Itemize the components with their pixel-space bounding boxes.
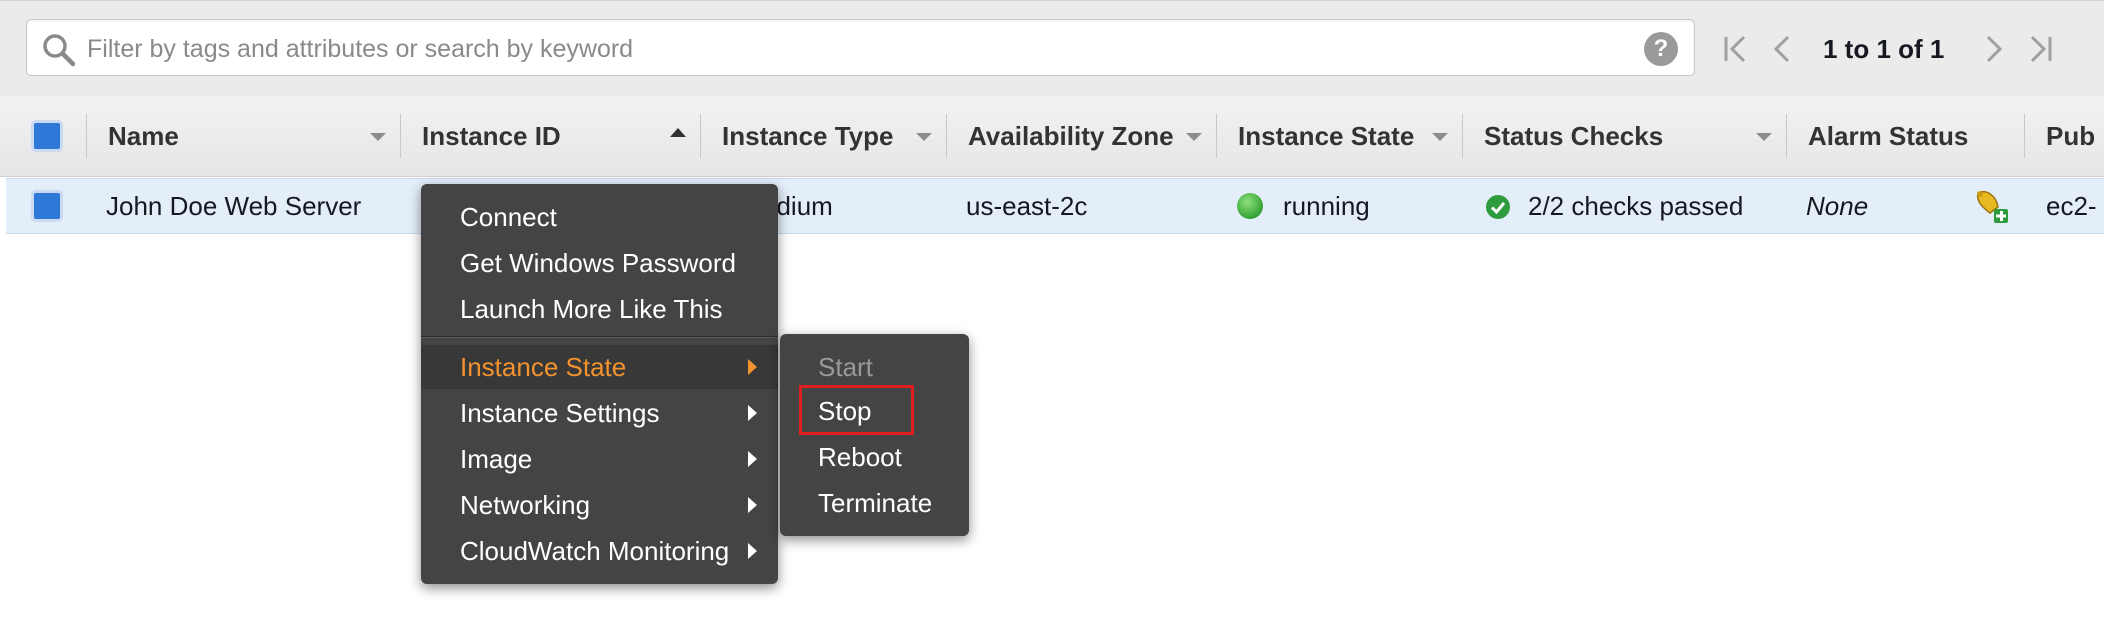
table-header: Name Instance ID Instance Type Availabil…: [0, 96, 2104, 177]
submenu-arrow-icon: [748, 405, 757, 421]
search-box[interactable]: ?: [26, 19, 1695, 76]
cell-alarm-status: None: [1806, 191, 1869, 221]
column-separator: [2024, 114, 2025, 158]
menu-item-instance-settings[interactable]: Instance Settings: [421, 391, 778, 435]
column-header-availability-zone[interactable]: Availability Zone: [968, 96, 1174, 176]
sort-caret-icon[interactable]: [1186, 133, 1202, 141]
pagination-text: 1 to 1 of 1: [1823, 34, 1945, 64]
submenu-arrow-icon: [748, 451, 757, 467]
cell-status-checks: 2/2 checks passed: [1528, 191, 1744, 221]
check-circle-icon: [1486, 195, 1510, 219]
running-dot-icon: [1237, 193, 1263, 219]
column-separator: [86, 114, 87, 158]
column-header-name[interactable]: Name: [108, 96, 179, 176]
select-all-checkbox[interactable]: [31, 120, 63, 152]
stop-highlight-box: [799, 385, 914, 435]
menu-item-launch-more-like-this[interactable]: Launch More Like This: [421, 287, 778, 331]
sort-caret-icon[interactable]: [1432, 133, 1448, 141]
menu-item-networking[interactable]: Networking: [421, 483, 778, 527]
help-icon[interactable]: ?: [1644, 32, 1678, 66]
cell-instance-state: running: [1283, 191, 1370, 221]
submenu-arrow-icon: [748, 543, 757, 559]
menu-item-get-windows-password[interactable]: Get Windows Password: [421, 241, 778, 285]
sort-caret-icon[interactable]: [1756, 133, 1772, 141]
menu-item-instance-state[interactable]: Instance State: [421, 345, 778, 389]
column-separator: [946, 114, 947, 158]
next-page-icon[interactable]: [1982, 25, 2006, 73]
column-separator: [1462, 114, 1463, 158]
prev-page-icon[interactable]: [1770, 25, 1794, 73]
cell-availability-zone: us-east-2c: [966, 191, 1088, 221]
filter-toolbar: ? 1 to 1 of 1: [0, 0, 2104, 97]
menu-item-image[interactable]: Image: [421, 437, 778, 481]
column-separator: [1786, 114, 1787, 158]
column-separator: [700, 114, 701, 158]
magnifier-icon: [43, 34, 76, 67]
column-separator: [1216, 114, 1217, 158]
submenu-item-start[interactable]: Start: [780, 345, 969, 389]
column-header-alarm-status[interactable]: Alarm Status: [1808, 96, 1968, 176]
sort-ascending-icon[interactable]: [670, 128, 686, 137]
column-separator: [400, 114, 401, 158]
column-header-instance-id[interactable]: Instance ID: [422, 96, 561, 176]
menu-item-connect[interactable]: Connect: [421, 195, 778, 239]
sort-caret-icon[interactable]: [916, 133, 932, 141]
instance-state-submenu: Start Stop Reboot Terminate: [780, 334, 969, 536]
column-header-instance-type[interactable]: Instance Type: [722, 96, 893, 176]
cell-public-dns: ec2-: [2046, 191, 2097, 221]
sort-caret-icon[interactable]: [370, 133, 386, 141]
column-header-instance-state[interactable]: Instance State: [1238, 96, 1414, 176]
cell-name: John Doe Web Server: [106, 191, 362, 221]
menu-item-cloudwatch-monitoring[interactable]: CloudWatch Monitoring: [421, 529, 778, 573]
submenu-arrow-icon: [748, 359, 757, 375]
submenu-item-reboot[interactable]: Reboot: [780, 435, 969, 479]
table-row[interactable]: John Doe Web Server edium us-east-2c run…: [6, 178, 2104, 234]
submenu-item-terminate[interactable]: Terminate: [780, 481, 969, 525]
submenu-arrow-icon: [748, 497, 757, 513]
last-page-icon[interactable]: [2026, 25, 2056, 73]
create-alarm-icon[interactable]: [1972, 185, 2012, 225]
menu-divider: [421, 336, 778, 338]
search-input[interactable]: [85, 28, 1569, 70]
column-header-public-dns[interactable]: Pub: [2046, 96, 2095, 176]
context-menu: Connect Get Windows Password Launch More…: [421, 184, 778, 584]
first-page-icon[interactable]: [1720, 25, 1750, 73]
column-header-status-checks[interactable]: Status Checks: [1484, 96, 1663, 176]
row-checkbox[interactable]: [31, 190, 63, 222]
